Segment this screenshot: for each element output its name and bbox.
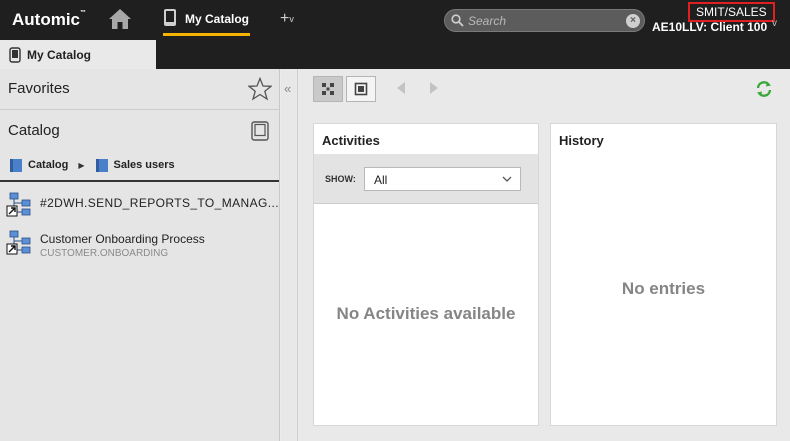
activities-panel: Activities SHOW: All No Activities avail…: [313, 123, 539, 426]
activities-title: Activities: [322, 133, 380, 148]
catalog-title: Catalog: [8, 122, 60, 139]
collapse-icon[interactable]: «: [284, 81, 291, 96]
clear-search-icon[interactable]: ×: [626, 14, 640, 28]
top-bar: Automic™ My Catalog +v × SMIT/SALES AE10…: [0, 0, 790, 40]
favorites-section: Favorites: [0, 69, 279, 110]
forward-arrow-icon[interactable]: [428, 81, 440, 95]
search-input[interactable]: [468, 12, 618, 29]
device-icon: [164, 9, 176, 26]
breadcrumb-label: Catalog: [28, 159, 69, 171]
refresh-icon[interactable]: [755, 80, 773, 98]
breadcrumb-divider: [0, 180, 279, 182]
left-panel: Favorites Catalog Catalog ▶ Sales users: [0, 69, 280, 441]
activities-filter-bar: SHOW: All: [314, 154, 538, 204]
history-title: History: [559, 133, 604, 148]
brand-trademark: ™: [80, 10, 86, 16]
show-select-value: All: [374, 173, 388, 187]
active-nav-underline: [163, 33, 251, 36]
workflow-icon: [6, 192, 31, 217]
my-catalog-nav[interactable]: My Catalog: [163, 8, 251, 36]
show-select[interactable]: All: [364, 167, 521, 191]
home-icon: [109, 9, 131, 29]
single-view-icon: [354, 82, 368, 96]
dropdown-caret-icon: [502, 176, 512, 182]
user-menu[interactable]: SMIT/SALES: [688, 2, 775, 22]
single-view-button[interactable]: [346, 76, 376, 102]
add-caret: v: [289, 14, 294, 24]
tab-label: My Catalog: [27, 47, 92, 62]
search-box: ×: [444, 9, 645, 32]
history-panel: History No entries: [550, 123, 777, 426]
star-icon[interactable]: [248, 77, 272, 101]
brand-logo: Automic™: [12, 10, 86, 30]
tab-my-catalog[interactable]: My Catalog: [0, 40, 156, 69]
breadcrumb-separator-icon: ▶: [78, 160, 85, 170]
grid-view-icon: [322, 83, 334, 95]
list-item[interactable]: Customer Onboarding Process CUSTOMER.ONB…: [0, 226, 279, 262]
item-subtitle: CUSTOMER.ONBOARDING: [40, 248, 169, 259]
breadcrumb-catalog[interactable]: Catalog: [9, 157, 68, 173]
main-area: Activities SHOW: All No Activities avail…: [298, 69, 790, 441]
client-label: AE10LLV: Client 100: [652, 20, 768, 34]
search-icon: [451, 14, 464, 27]
item-name: #2DWH.SEND_REPORTS_TO_MANAG...: [40, 196, 279, 210]
book-icon[interactable]: [251, 121, 269, 141]
favorites-title: Favorites: [8, 80, 70, 97]
tab-strip: My Catalog: [0, 40, 790, 69]
list-item[interactable]: #2DWH.SEND_REPORTS_TO_MANAG...: [0, 188, 279, 224]
chevron-down-icon[interactable]: v: [772, 18, 777, 29]
folder-icon: [95, 159, 108, 172]
panel-splitter[interactable]: «: [281, 69, 298, 441]
history-empty-message: No entries: [621, 279, 706, 298]
show-label: SHOW:: [325, 174, 356, 184]
plus-icon: +: [280, 10, 290, 28]
device-icon: [9, 46, 21, 63]
folder-icon: [10, 159, 22, 172]
activities-empty-message: No Activities available: [336, 304, 516, 323]
brand-name: Automic: [12, 10, 80, 29]
toolbar: [298, 69, 790, 109]
item-name: Customer Onboarding Process: [40, 232, 205, 246]
add-button[interactable]: +v: [280, 10, 294, 28]
breadcrumb-sales-users[interactable]: Sales users: [95, 157, 175, 173]
grid-view-button[interactable]: [313, 76, 343, 102]
workflow-icon: [6, 230, 31, 255]
breadcrumb-label: Sales users: [113, 159, 175, 171]
breadcrumb: Catalog ▶ Sales users: [9, 156, 175, 174]
catalog-section: Catalog: [0, 110, 279, 150]
home-button[interactable]: [108, 7, 132, 31]
back-arrow-icon[interactable]: [395, 81, 407, 95]
my-catalog-nav-label: My Catalog: [185, 12, 250, 26]
